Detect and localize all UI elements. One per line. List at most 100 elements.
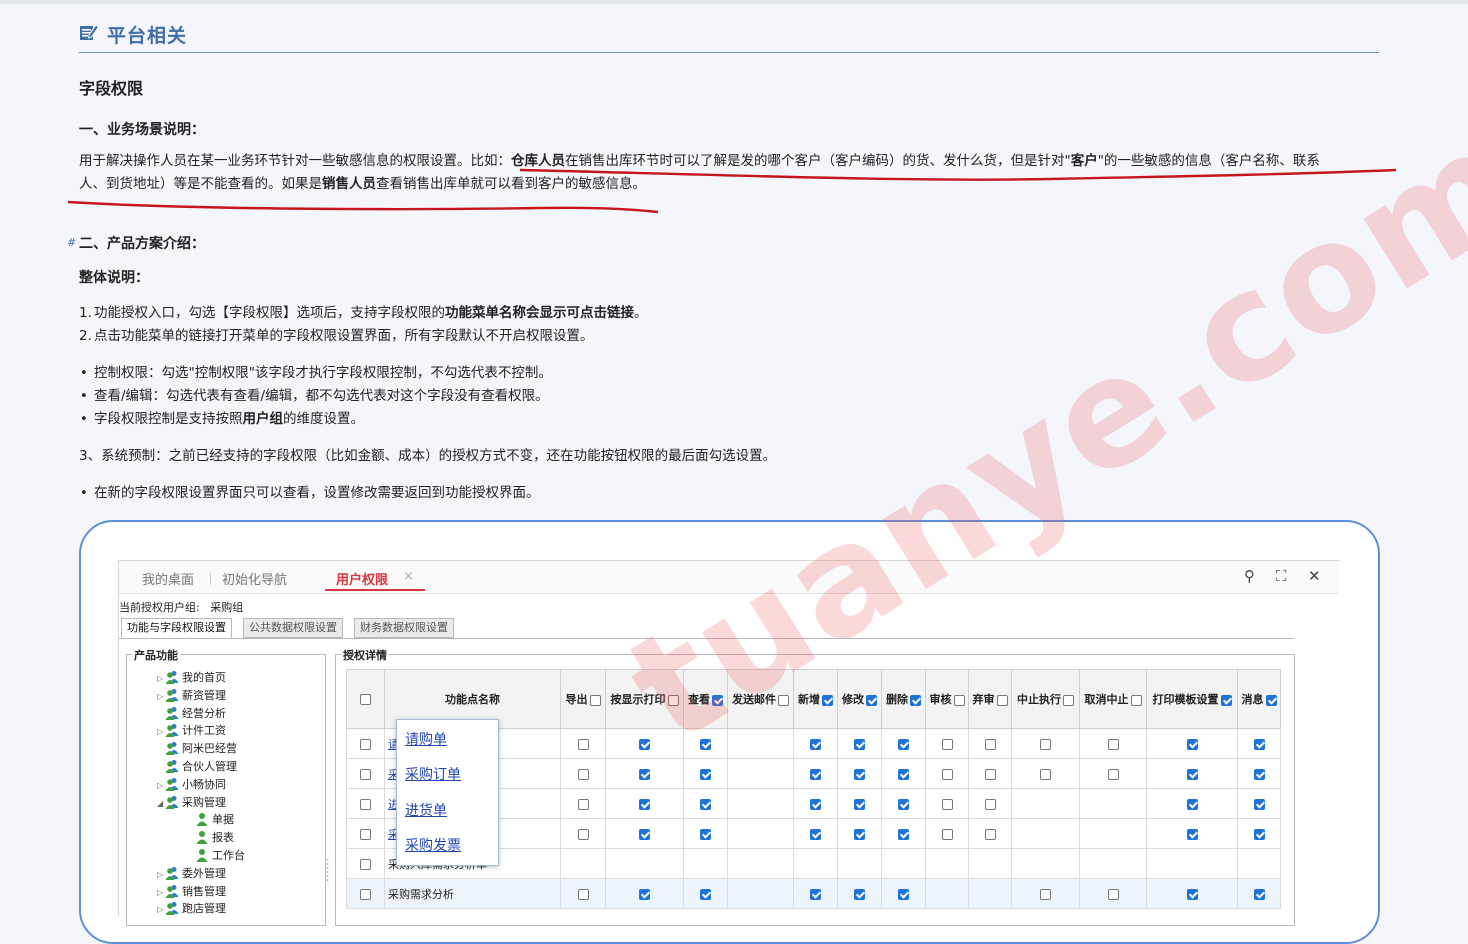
permission-checkbox[interactable] — [1040, 738, 1051, 750]
row-checkbox[interactable] — [360, 768, 371, 780]
subtab-finance-data[interactable]: 财务数据权限设置 — [354, 618, 454, 638]
permission-checkbox[interactable] — [854, 768, 865, 780]
tree-node[interactable]: ▷ 销售管理 — [157, 883, 226, 901]
tree-node[interactable]: 经营分析 — [157, 705, 226, 723]
splitter-handle[interactable] — [325, 856, 330, 886]
permission-checkbox[interactable] — [984, 738, 996, 750]
expand-arrow-icon[interactable]: ▷ — [157, 670, 165, 688]
permission-checkbox[interactable] — [639, 738, 650, 750]
permission-checkbox[interactable] — [1107, 888, 1119, 900]
expand-arrow-icon[interactable]: ▷ — [157, 688, 165, 706]
function-name[interactable]: 采购需求分析 — [388, 888, 454, 901]
permission-checkbox[interactable] — [577, 798, 589, 810]
row-checkbox[interactable] — [360, 798, 371, 810]
permission-checkbox[interactable] — [577, 768, 589, 780]
permission-checkbox[interactable] — [941, 768, 953, 780]
permission-checkbox[interactable] — [810, 738, 821, 750]
permission-checkbox[interactable] — [1186, 738, 1198, 750]
expand-arrow-icon[interactable]: ▷ — [157, 866, 165, 884]
permission-checkbox[interactable] — [577, 738, 589, 750]
tree-node[interactable]: ▷ 薪资管理 — [157, 687, 226, 705]
expand-arrow-icon[interactable]: ▷ — [157, 723, 165, 741]
permission-checkbox[interactable] — [941, 798, 953, 810]
permission-checkbox[interactable] — [1253, 768, 1265, 780]
permission-checkbox[interactable] — [1186, 798, 1198, 810]
tab-user-permission[interactable]: 用户权限 — [336, 569, 388, 588]
permission-checkbox[interactable] — [810, 798, 821, 810]
permission-checkbox[interactable] — [854, 828, 865, 840]
permission-checkbox[interactable] — [854, 798, 865, 810]
permission-checkbox[interactable] — [1040, 888, 1051, 900]
row-checkbox[interactable] — [360, 738, 371, 750]
column-header-checkbox[interactable] — [778, 694, 789, 706]
permission-checkbox[interactable] — [700, 738, 711, 750]
permission-checkbox[interactable] — [898, 828, 909, 840]
select-all-checkbox[interactable] — [360, 694, 371, 705]
permission-checkbox[interactable] — [810, 768, 821, 780]
tree-node[interactable]: 阿米巴经营 — [157, 740, 237, 758]
expand-arrow-icon[interactable]: ▷ — [157, 884, 165, 902]
tree-node[interactable]: 合伙人管理 — [157, 758, 237, 776]
close-icon[interactable]: ✕ — [1308, 567, 1321, 585]
tree-node[interactable]: ◢ 采购管理 — [157, 794, 226, 812]
permission-checkbox[interactable] — [854, 738, 865, 750]
permission-checkbox[interactable] — [898, 768, 909, 780]
column-header-checkbox[interactable] — [866, 694, 877, 706]
permission-checkbox[interactable] — [1107, 768, 1119, 780]
expand-arrow-icon[interactable]: ◢ — [157, 795, 165, 813]
tab-close-icon[interactable]: × — [403, 569, 414, 584]
permission-checkbox[interactable] — [898, 798, 909, 810]
permission-checkbox[interactable] — [700, 828, 711, 840]
column-header-checkbox[interactable] — [1130, 694, 1142, 706]
column-header-checkbox[interactable] — [712, 694, 723, 706]
column-header-checkbox[interactable] — [589, 694, 601, 706]
row-checkbox[interactable] — [360, 828, 371, 840]
permission-checkbox[interactable] — [984, 828, 996, 840]
permission-checkbox[interactable] — [898, 888, 909, 900]
permission-checkbox[interactable] — [1040, 768, 1051, 780]
permission-checkbox[interactable] — [639, 828, 650, 840]
tree-node[interactable]: 工作台 — [187, 847, 245, 865]
permission-checkbox[interactable] — [700, 768, 711, 780]
anchor-hash[interactable]: # — [67, 236, 76, 249]
link-purchase-invoice[interactable]: 采购发票 — [405, 835, 461, 855]
column-header-checkbox[interactable] — [1265, 694, 1277, 706]
permission-checkbox[interactable] — [898, 738, 909, 750]
column-header-checkbox[interactable] — [667, 694, 679, 706]
permission-checkbox[interactable] — [577, 828, 589, 840]
permission-checkbox[interactable] — [639, 888, 650, 900]
permission-checkbox[interactable] — [577, 888, 589, 900]
permission-checkbox[interactable] — [810, 888, 821, 900]
link-goods-receipt[interactable]: 进货单 — [405, 800, 447, 820]
search-icon[interactable]: ⚲ — [1244, 567, 1255, 585]
expand-arrow-icon[interactable]: ▷ — [157, 901, 165, 919]
tree-node[interactable]: ▷ 委外管理 — [157, 865, 226, 883]
tree-node[interactable]: ▷ 小畅协同 — [157, 776, 226, 794]
row-checkbox[interactable] — [360, 858, 371, 870]
permission-checkbox[interactable] — [1186, 768, 1198, 780]
permission-checkbox[interactable] — [1253, 738, 1265, 750]
column-header-checkbox[interactable] — [953, 694, 965, 706]
tree-node[interactable]: ▷ 计件工资 — [157, 722, 226, 740]
permission-checkbox[interactable] — [1253, 798, 1265, 810]
permission-checkbox[interactable] — [941, 828, 953, 840]
permission-checkbox[interactable] — [810, 828, 821, 840]
permission-checkbox[interactable] — [1253, 888, 1265, 900]
column-header-checkbox[interactable] — [1063, 694, 1074, 706]
row-checkbox[interactable] — [360, 888, 371, 900]
column-header-checkbox[interactable] — [1220, 694, 1232, 706]
permission-checkbox[interactable] — [1186, 828, 1198, 840]
link-purchase-order[interactable]: 采购订单 — [405, 764, 461, 784]
permission-checkbox[interactable] — [984, 798, 996, 810]
permission-checkbox[interactable] — [639, 768, 650, 780]
expand-arrow-icon[interactable]: ▷ — [157, 777, 165, 795]
permission-checkbox[interactable] — [1107, 738, 1119, 750]
permission-checkbox[interactable] — [1253, 828, 1265, 840]
tree-node[interactable]: ▷ 跑店管理 — [157, 900, 226, 918]
permission-checkbox[interactable] — [854, 888, 865, 900]
subtab-function-field[interactable]: 功能与字段权限设置 — [121, 618, 232, 638]
fullscreen-icon[interactable]: ⛶ — [1276, 567, 1287, 585]
tab-my-desktop[interactable]: 我的桌面 — [142, 569, 194, 588]
tree-node[interactable]: 单据 — [187, 811, 234, 829]
permission-checkbox[interactable] — [700, 888, 711, 900]
